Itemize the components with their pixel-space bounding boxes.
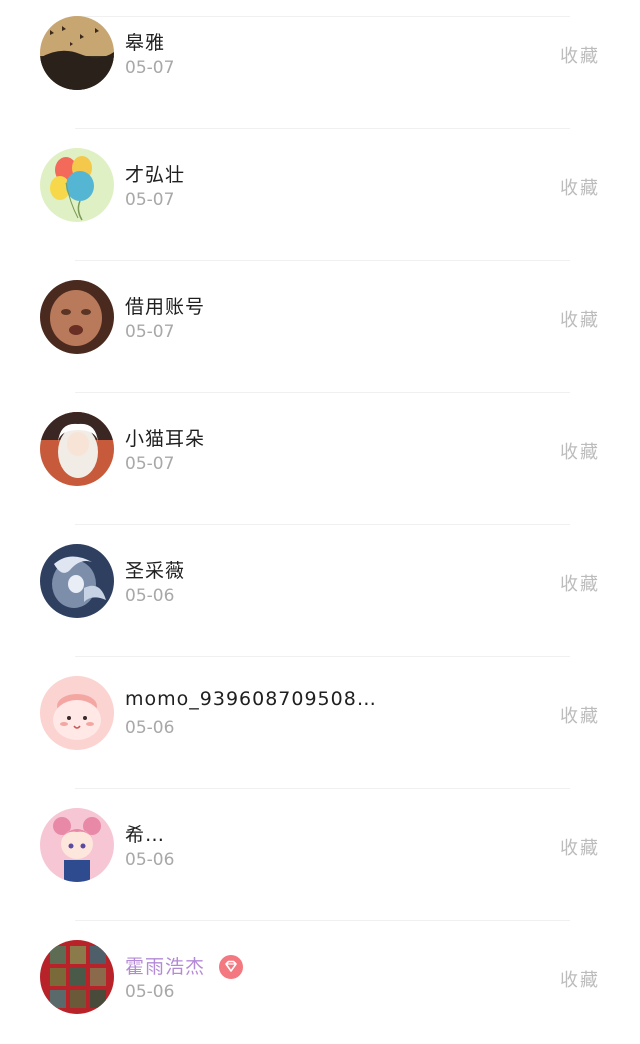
avatar[interactable]: [40, 940, 114, 1014]
list-item[interactable]: 小猫耳朵 05-07 收藏: [0, 384, 640, 516]
item-date: 05-06: [125, 718, 175, 738]
avatar[interactable]: [40, 280, 114, 354]
item-date: 05-07: [125, 322, 175, 342]
divider: [75, 524, 570, 525]
collect-button[interactable]: 收藏: [560, 174, 600, 200]
avatar[interactable]: [40, 148, 114, 222]
item-date: 05-07: [125, 190, 175, 210]
collect-button[interactable]: 收藏: [560, 306, 600, 332]
list-item[interactable]: 借用账号 05-07 收藏: [0, 252, 640, 384]
user-name: momo_939608709508…: [125, 688, 377, 710]
avatar[interactable]: [40, 412, 114, 486]
collect-button[interactable]: 收藏: [560, 702, 600, 728]
list-item[interactable]: 圣采薇 05-06 收藏: [0, 516, 640, 648]
list-item[interactable]: 皋雅 05-07 收藏: [0, 0, 640, 120]
list-item[interactable]: 霍雨浩杰 05-06 收藏: [0, 912, 640, 1044]
divider: [75, 128, 570, 129]
user-name: 小猫耳朵: [125, 428, 206, 450]
collect-button[interactable]: 收藏: [560, 966, 600, 992]
list-item[interactable]: 希… 05-06 收藏: [0, 780, 640, 912]
collect-button[interactable]: 收藏: [560, 834, 600, 860]
item-date: 05-06: [125, 982, 175, 1002]
list-item[interactable]: momo_939608709508… 05-06 收藏: [0, 648, 640, 780]
avatar[interactable]: [40, 808, 114, 882]
divider: [75, 260, 570, 261]
avatar[interactable]: [40, 676, 114, 750]
vip-diamond-icon: [219, 955, 243, 979]
avatar[interactable]: [40, 16, 114, 90]
divider: [75, 392, 570, 393]
user-name: 才弘壮: [125, 164, 186, 186]
item-date: 05-06: [125, 586, 175, 606]
user-name-vip: 霍雨浩杰: [125, 956, 206, 978]
divider: [75, 16, 570, 17]
user-name: 皋雅: [125, 32, 166, 54]
divider: [75, 788, 570, 789]
collect-button[interactable]: 收藏: [560, 570, 600, 596]
collect-button[interactable]: 收藏: [560, 42, 600, 68]
list-item[interactable]: 才弘壮 05-07 收藏: [0, 120, 640, 252]
user-name: 圣采薇: [125, 560, 186, 582]
user-name: 借用账号: [125, 296, 206, 318]
avatar[interactable]: [40, 544, 114, 618]
item-date: 05-06: [125, 850, 175, 870]
divider: [75, 920, 570, 921]
item-date: 05-07: [125, 58, 175, 78]
collect-button[interactable]: 收藏: [560, 438, 600, 464]
item-date: 05-07: [125, 454, 175, 474]
user-name: 希…: [125, 824, 166, 846]
divider: [75, 656, 570, 657]
